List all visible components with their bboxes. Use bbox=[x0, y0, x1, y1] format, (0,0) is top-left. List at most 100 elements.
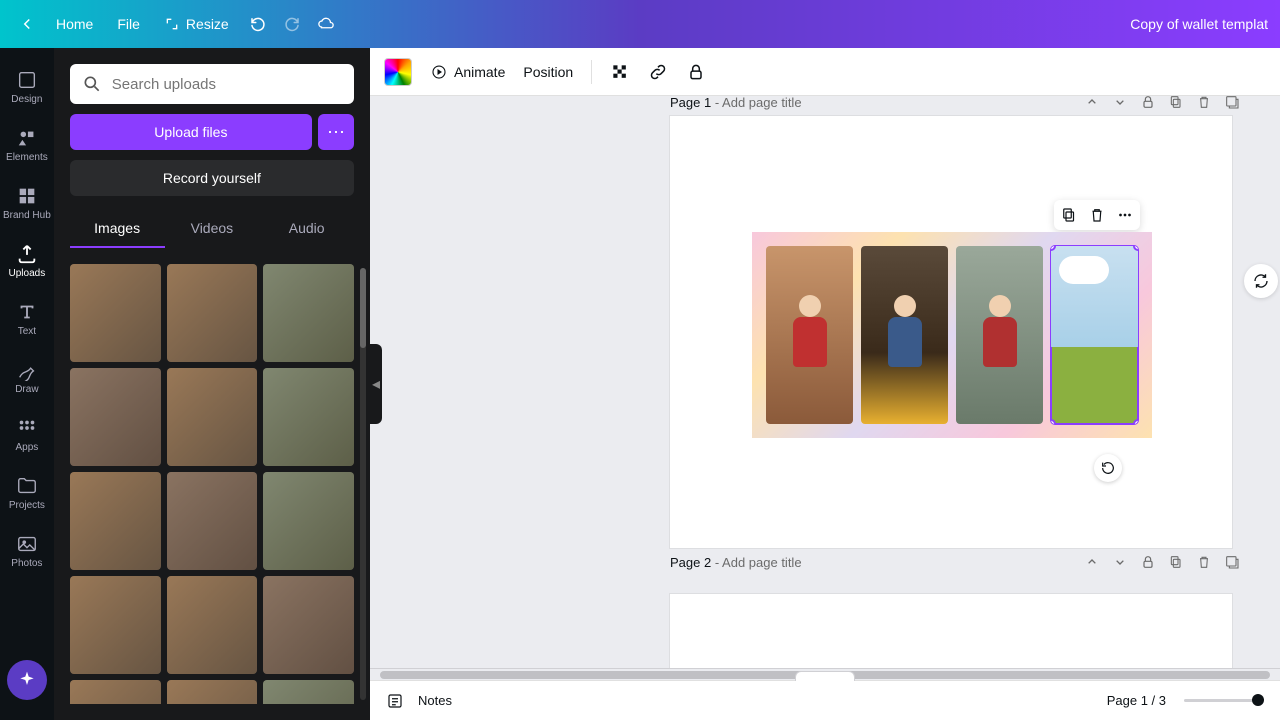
zoom-thumb[interactable] bbox=[1252, 694, 1264, 706]
rail-text[interactable]: Text bbox=[3, 290, 51, 348]
upload-thumb[interactable] bbox=[263, 264, 354, 362]
animate-icon bbox=[430, 63, 448, 81]
wallet-frame[interactable] bbox=[752, 232, 1152, 438]
search-input[interactable] bbox=[112, 76, 342, 93]
home-label: Home bbox=[56, 16, 93, 32]
file-label: File bbox=[117, 16, 140, 32]
context-toolbar: Animate Position bbox=[370, 48, 1280, 96]
search-icon bbox=[82, 74, 102, 94]
upload-thumb[interactable] bbox=[263, 680, 354, 704]
rail-design[interactable]: Design bbox=[3, 58, 51, 116]
canvas-scroll[interactable]: Page 1 - Add page title bbox=[370, 96, 1280, 668]
upload-thumb[interactable] bbox=[263, 368, 354, 466]
upload-thumb[interactable] bbox=[167, 472, 258, 570]
page1-tools bbox=[1084, 96, 1240, 110]
page2-canvas[interactable] bbox=[670, 594, 1232, 668]
upload-thumb[interactable] bbox=[263, 576, 354, 674]
document-title[interactable]: Copy of wallet templat bbox=[1130, 16, 1268, 32]
photo-slot-3[interactable] bbox=[956, 246, 1043, 424]
upload-thumb[interactable] bbox=[70, 680, 161, 704]
photo-slot-4[interactable] bbox=[1051, 246, 1138, 424]
upload-thumb[interactable] bbox=[70, 368, 161, 466]
redo-button[interactable] bbox=[277, 9, 307, 39]
animate-button[interactable]: Animate bbox=[430, 63, 505, 81]
regenerate-button[interactable] bbox=[1244, 264, 1278, 298]
upload-thumb[interactable] bbox=[167, 680, 258, 704]
upload-thumb[interactable] bbox=[167, 264, 258, 362]
divider bbox=[591, 60, 592, 84]
panel-scrollbar[interactable] bbox=[360, 268, 366, 700]
page2-title-input[interactable]: Add page title bbox=[722, 555, 802, 570]
upload-thumb[interactable] bbox=[263, 472, 354, 570]
page1-header: Page 1 - Add page title bbox=[670, 96, 1240, 116]
resize-button[interactable]: Resize bbox=[154, 10, 239, 38]
page-collapse-up[interactable] bbox=[1084, 96, 1100, 110]
upload-files-button[interactable]: Upload files bbox=[70, 114, 312, 150]
page1-label: Page 1 - Add page title bbox=[670, 96, 802, 110]
rail-apps[interactable]: Apps bbox=[3, 406, 51, 464]
rail-photos[interactable]: Photos bbox=[3, 522, 51, 580]
timeline-expand-handle[interactable] bbox=[795, 671, 855, 681]
nav-rail: Design Elements Brand Hub Uploads Text D… bbox=[0, 48, 54, 720]
page-add[interactable] bbox=[1224, 96, 1240, 110]
page-lock[interactable] bbox=[1140, 96, 1156, 110]
tab-images[interactable]: Images bbox=[70, 210, 165, 248]
record-yourself-button[interactable]: Record yourself bbox=[70, 160, 354, 196]
transparency-button[interactable] bbox=[610, 62, 630, 82]
rail-brandhub[interactable]: Brand Hub bbox=[3, 174, 51, 232]
photo-slot-1[interactable] bbox=[766, 246, 853, 424]
page-lock[interactable] bbox=[1140, 554, 1156, 570]
position-button[interactable]: Position bbox=[523, 64, 573, 80]
upload-row: Upload files ⋯ bbox=[70, 114, 354, 150]
cloud-sync-icon[interactable] bbox=[311, 9, 341, 39]
page2-tools bbox=[1084, 554, 1240, 570]
upload-thumb[interactable] bbox=[167, 368, 258, 466]
rail-elements[interactable]: Elements bbox=[3, 116, 51, 174]
uploads-panel: Upload files ⋯ Record yourself Images Vi… bbox=[54, 48, 370, 720]
page-collapse-down[interactable] bbox=[1112, 554, 1128, 570]
photo-slot-2[interactable] bbox=[861, 246, 948, 424]
upload-thumb[interactable] bbox=[70, 264, 161, 362]
panel-scrollbar-thumb[interactable] bbox=[360, 268, 366, 348]
page-duplicate[interactable] bbox=[1168, 96, 1184, 110]
upload-thumb[interactable] bbox=[70, 472, 161, 570]
home-button[interactable]: Home bbox=[46, 10, 103, 38]
page1-title-input[interactable]: Add page title bbox=[722, 96, 802, 110]
element-more[interactable] bbox=[1116, 206, 1134, 224]
zoom-slider[interactable] bbox=[1184, 699, 1264, 702]
rail-draw[interactable]: Draw bbox=[3, 348, 51, 406]
page-collapse-down[interactable] bbox=[1112, 96, 1128, 110]
page-duplicate[interactable] bbox=[1168, 554, 1184, 570]
lock-button[interactable] bbox=[686, 62, 706, 82]
photo-placeholder bbox=[885, 295, 925, 375]
page-delete[interactable] bbox=[1196, 554, 1212, 570]
upload-thumb[interactable] bbox=[70, 576, 161, 674]
page-delete[interactable] bbox=[1196, 96, 1212, 110]
ai-assistant-button[interactable] bbox=[7, 660, 47, 700]
page-collapse-up[interactable] bbox=[1084, 554, 1100, 570]
rotate-handle[interactable] bbox=[1094, 454, 1122, 482]
page1-canvas[interactable] bbox=[670, 116, 1232, 548]
search-field[interactable] bbox=[70, 64, 354, 104]
tab-audio[interactable]: Audio bbox=[259, 210, 354, 248]
photo-placeholder bbox=[790, 295, 830, 375]
tab-videos[interactable]: Videos bbox=[165, 210, 260, 248]
selection-handle[interactable] bbox=[1133, 419, 1138, 424]
back-button[interactable] bbox=[12, 9, 42, 39]
page2-header: Page 2 - Add page title bbox=[670, 548, 1240, 576]
rail-uploads[interactable]: Uploads bbox=[3, 232, 51, 290]
color-picker[interactable] bbox=[384, 58, 412, 86]
element-delete[interactable] bbox=[1088, 206, 1106, 224]
element-duplicate[interactable] bbox=[1060, 206, 1078, 224]
page-add[interactable] bbox=[1224, 554, 1240, 570]
link-button[interactable] bbox=[648, 62, 668, 82]
undo-button[interactable] bbox=[243, 9, 273, 39]
notes-button[interactable]: Notes bbox=[418, 693, 452, 708]
placeholder-sky bbox=[1051, 246, 1138, 347]
file-menu[interactable]: File bbox=[107, 10, 150, 38]
rail-projects[interactable]: Projects bbox=[3, 464, 51, 522]
footer-bar: Notes Page 1 / 3 bbox=[370, 680, 1280, 720]
upload-more-button[interactable]: ⋯ bbox=[318, 114, 354, 150]
page-indicator[interactable]: Page 1 / 3 bbox=[1107, 693, 1166, 708]
upload-thumb[interactable] bbox=[167, 576, 258, 674]
